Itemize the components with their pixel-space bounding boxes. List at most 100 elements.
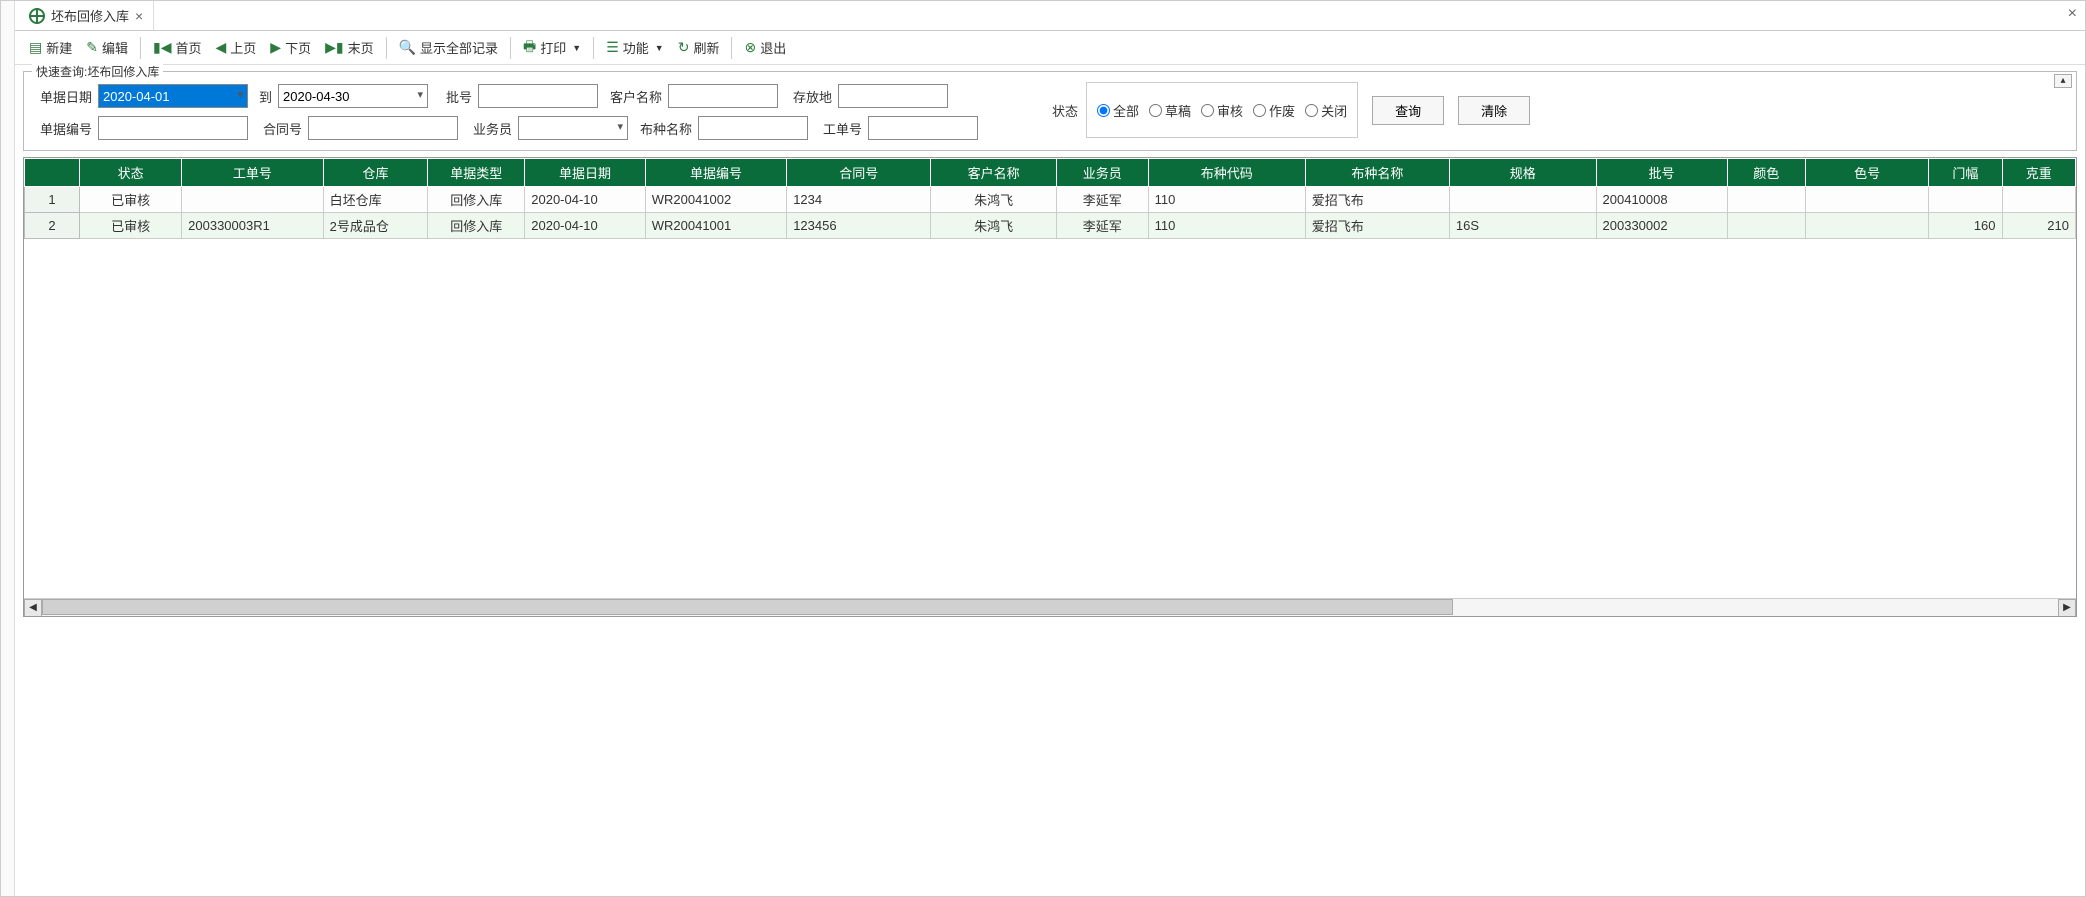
new-button[interactable]: ▤新建 — [23, 35, 78, 60]
status-approved[interactable]: 审核 — [1201, 101, 1243, 120]
cell-color[interactable] — [1727, 187, 1806, 213]
row-number[interactable]: 1 — [25, 187, 80, 213]
clear-button[interactable]: 清除 — [1458, 96, 1530, 125]
row-number[interactable]: 2 — [25, 213, 80, 239]
col-status[interactable]: 状态 — [80, 159, 182, 187]
fabric-name-input[interactable] — [698, 116, 808, 140]
cell-colorNo[interactable] — [1806, 187, 1929, 213]
col-rownum[interactable] — [25, 159, 80, 187]
doc-no-input[interactable] — [98, 116, 248, 140]
cell-docDate[interactable]: 2020-04-10 — [525, 213, 645, 239]
tab-main[interactable]: 坯布回修入库 × — [19, 1, 154, 30]
edit-icon: ✎ — [86, 39, 98, 56]
col-fabric-name[interactable]: 布种名称 — [1305, 159, 1449, 187]
exit-button[interactable]: ⊗退出 — [738, 35, 792, 60]
cell-width[interactable]: 160 — [1929, 213, 2002, 239]
status-closed[interactable]: 关闭 — [1305, 101, 1347, 120]
next-page-button[interactable]: ▶下页 — [264, 35, 317, 60]
cell-docType[interactable]: 回修入库 — [428, 213, 525, 239]
scroll-track[interactable] — [42, 599, 2058, 617]
print-button[interactable]: 🖶打印▼ — [517, 33, 587, 63]
first-page-button[interactable]: ▮◀首页 — [147, 35, 208, 60]
scroll-left-icon[interactable]: ◀ — [24, 599, 42, 617]
customer-name-input[interactable] — [668, 84, 778, 108]
table-row[interactable]: 1已审核 白坯仓库回修入库2020-04-10WR200410021234朱鸿飞李… — [25, 187, 2076, 213]
contract-no-input[interactable] — [308, 116, 458, 140]
cell-fabricCode[interactable]: 110 — [1148, 213, 1305, 239]
salesperson-input[interactable] — [518, 116, 628, 140]
separator — [731, 37, 732, 59]
cell-batch[interactable]: 200410008 — [1596, 187, 1727, 213]
cell-fabricName[interactable]: 爱招飞布 — [1305, 187, 1449, 213]
label-work-order: 工单号 — [814, 119, 862, 138]
col-spec[interactable]: 规格 — [1449, 159, 1596, 187]
cell-docType[interactable]: 回修入库 — [428, 187, 525, 213]
cell-docDate[interactable]: 2020-04-10 — [525, 187, 645, 213]
cell-fabricCode[interactable]: 110 — [1148, 187, 1305, 213]
col-fabric-code[interactable]: 布种代码 — [1148, 159, 1305, 187]
cell-docNo[interactable]: WR20041001 — [645, 213, 786, 239]
col-color[interactable]: 颜色 — [1727, 159, 1806, 187]
cell-custName[interactable]: 朱鸿飞 — [931, 187, 1057, 213]
cell-spec[interactable] — [1449, 187, 1596, 213]
status-void[interactable]: 作废 — [1253, 101, 1295, 120]
cell-colorNo[interactable] — [1806, 213, 1929, 239]
col-cust-name[interactable]: 客户名称 — [931, 159, 1057, 187]
magnifier-icon: 🔍 — [399, 39, 416, 56]
cell-warehouse[interactable]: 白坯仓库 — [323, 187, 428, 213]
cell-weight[interactable] — [2002, 187, 2075, 213]
cell-salesperson[interactable]: 李延军 — [1056, 187, 1148, 213]
col-doc-type[interactable]: 单据类型 — [428, 159, 525, 187]
cell-contractNo[interactable]: 1234 — [787, 187, 931, 213]
last-page-button[interactable]: ▶▮末页 — [319, 35, 380, 60]
cell-workOrder[interactable] — [182, 187, 323, 213]
close-icon[interactable]: × — [135, 8, 143, 24]
cell-workOrder[interactable]: 200330003R1 — [182, 213, 323, 239]
list-icon: ☰ — [606, 39, 619, 56]
col-contract-no[interactable]: 合同号 — [787, 159, 931, 187]
col-color-no[interactable]: 色号 — [1806, 159, 1929, 187]
location-input[interactable] — [838, 84, 948, 108]
col-doc-date[interactable]: 单据日期 — [525, 159, 645, 187]
cell-color[interactable] — [1727, 213, 1806, 239]
cell-status[interactable]: 已审核 — [80, 187, 182, 213]
cell-batch[interactable]: 200330002 — [1596, 213, 1727, 239]
prev-page-button[interactable]: ◀上页 — [210, 35, 263, 60]
window-left-strip — [1, 1, 15, 896]
cell-salesperson[interactable]: 李延军 — [1056, 213, 1148, 239]
col-work-order[interactable]: 工单号 — [182, 159, 323, 187]
cell-warehouse[interactable]: 2号成品仓 — [323, 213, 428, 239]
table-row[interactable]: 2已审核200330003R12号成品仓回修入库2020-04-10WR2004… — [25, 213, 2076, 239]
cell-width[interactable] — [1929, 187, 2002, 213]
cell-weight[interactable]: 210 — [2002, 213, 2075, 239]
window-close-icon[interactable]: × — [2068, 5, 2077, 23]
col-doc-no[interactable]: 单据编号 — [645, 159, 786, 187]
status-draft[interactable]: 草稿 — [1149, 101, 1191, 120]
search-button[interactable]: 查询 — [1372, 96, 1444, 125]
batch-input[interactable] — [478, 84, 598, 108]
collapse-icon[interactable]: ▴ — [2054, 74, 2072, 88]
col-warehouse[interactable]: 仓库 — [323, 159, 428, 187]
col-weight[interactable]: 克重 — [2002, 159, 2075, 187]
col-salesperson[interactable]: 业务员 — [1056, 159, 1148, 187]
col-width[interactable]: 门幅 — [1929, 159, 2002, 187]
date-to-input[interactable] — [278, 84, 428, 108]
status-all[interactable]: 全部 — [1097, 101, 1139, 120]
refresh-button[interactable]: ↻刷新 — [672, 35, 726, 60]
edit-button[interactable]: ✎编辑 — [80, 35, 134, 60]
cell-custName[interactable]: 朱鸿飞 — [931, 213, 1057, 239]
next-icon: ▶ — [270, 39, 281, 56]
col-batch[interactable]: 批号 — [1596, 159, 1727, 187]
cell-fabricName[interactable]: 爱招飞布 — [1305, 213, 1449, 239]
cell-spec[interactable]: 16S — [1449, 213, 1596, 239]
scroll-right-icon[interactable]: ▶ — [2058, 599, 2076, 617]
show-all-button[interactable]: 🔍显示全部记录 — [393, 35, 504, 60]
cell-contractNo[interactable]: 123456 — [787, 213, 931, 239]
work-order-input[interactable] — [868, 116, 978, 140]
date-from-input[interactable] — [98, 84, 248, 108]
functions-button[interactable]: ☰功能▼ — [600, 35, 670, 60]
cell-docNo[interactable]: WR20041002 — [645, 187, 786, 213]
cell-status[interactable]: 已审核 — [80, 213, 182, 239]
scroll-thumb[interactable] — [42, 599, 1453, 615]
horizontal-scrollbar[interactable]: ◀ ▶ — [24, 598, 2076, 616]
